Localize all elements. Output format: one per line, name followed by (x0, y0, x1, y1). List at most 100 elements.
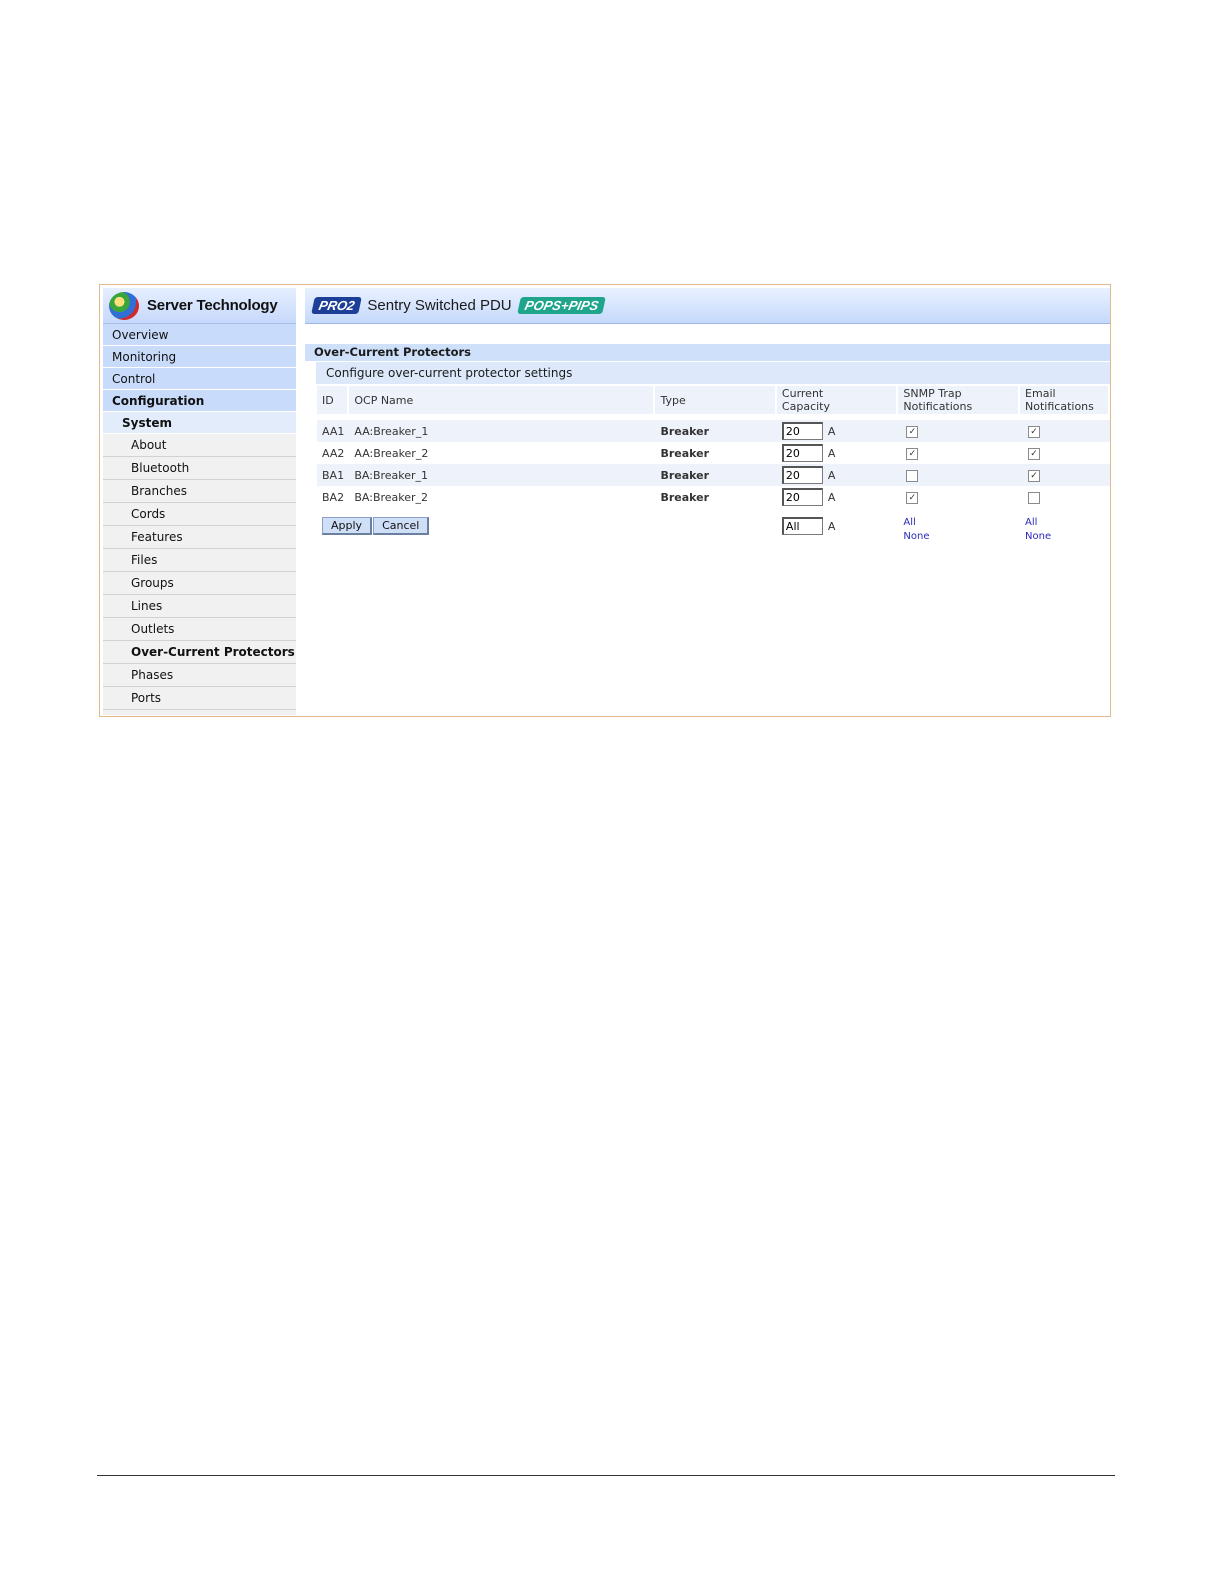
capacity-unit: A (827, 425, 836, 438)
row-name: BA:Breaker_1 (349, 464, 656, 486)
col-snmp-line1: SNMP Trap (903, 387, 962, 400)
capacity-input[interactable] (781, 488, 823, 506)
row-snmp-cell: ✓ (898, 420, 1021, 442)
all-capacity-input[interactable] (781, 517, 823, 535)
table-row: BA1 BA:Breaker_1 Breaker A ✓ (317, 464, 1110, 486)
col-snmp-trap: SNMP Trap Notifications (898, 386, 1021, 414)
capacity-input[interactable] (781, 422, 823, 440)
col-current-capacity: Current Capacity (776, 386, 899, 414)
sidebar: Server Technology Overview Monitoring Co… (103, 288, 296, 715)
all-capacity-cell: A (777, 514, 898, 551)
row-type: Breaker (655, 464, 777, 486)
product-header: PRO2 Sentry Switched PDU POPS+PIPS (305, 288, 1110, 324)
row-capacity-cell: A (776, 420, 899, 442)
email-select-none-link[interactable]: None (1025, 530, 1105, 544)
nav-outlets[interactable]: Outlets (103, 618, 296, 641)
row-type: Breaker (660, 446, 710, 460)
row-snmp-cell: ✓ (898, 442, 1020, 464)
col-ocp-name: OCP Name (349, 386, 656, 414)
row-email-cell (1020, 486, 1110, 508)
nav-cords[interactable]: Cords (103, 503, 296, 526)
col-capacity-line2: Capacity (781, 400, 830, 413)
action-buttons: Apply Cancel (317, 514, 777, 551)
nav-control[interactable]: Control (103, 368, 296, 390)
product-title: Sentry Switched PDU (367, 297, 512, 314)
table-row: AA2 AA:Breaker_2 Breaker A ✓ ✓ (317, 442, 1110, 464)
capacity-input[interactable] (781, 466, 823, 484)
capacity-unit: A (827, 469, 836, 482)
row-id: AA2 (322, 446, 345, 460)
row-email-cell: ✓ (1020, 420, 1110, 442)
row-capacity-cell: A (776, 464, 899, 486)
col-id: ID (317, 386, 350, 414)
snmp-select-none-link[interactable]: None (903, 530, 1015, 544)
table-row: BA2 BA:Breaker_2 Breaker A ✓ (317, 486, 1110, 508)
nav-groups[interactable]: Groups (103, 572, 296, 595)
col-email-line1: Email (1025, 387, 1056, 400)
row-name: BA:Breaker_2 (354, 490, 429, 504)
snmp-checkbox[interactable]: ✓ (906, 447, 919, 460)
nav-features[interactable]: Features (103, 526, 296, 549)
nav-lines[interactable]: Lines (103, 595, 296, 618)
col-email-line2: Notifications (1025, 400, 1094, 413)
nav-bluetooth[interactable]: Bluetooth (103, 457, 296, 480)
table-header-row: ID OCP Name Type Current Capacity SNMP Tr… (317, 386, 1110, 414)
capacity-input[interactable] (781, 444, 823, 462)
section-subtitle: Configure over-current protector setting… (316, 362, 1110, 384)
brand-name: Server Technology (147, 297, 278, 314)
ocp-table: ID OCP Name Type Current Capacity SNMP Tr… (317, 386, 1110, 551)
apply-button[interactable]: Apply (322, 517, 373, 535)
main-panel: PRO2 Sentry Switched PDU POPS+PIPS Over-… (305, 288, 1110, 715)
email-checkbox[interactable] (1028, 491, 1041, 504)
email-checkbox[interactable]: ✓ (1028, 447, 1041, 460)
row-capacity-cell: A (777, 486, 898, 508)
row-name: AA:Breaker_1 (349, 420, 656, 442)
page-footer-rule (97, 1475, 1115, 1476)
row-type: Breaker (660, 490, 710, 504)
nav-branches[interactable]: Branches (103, 480, 296, 503)
nav-phases[interactable]: Phases (103, 664, 296, 687)
nav-about[interactable]: About (103, 434, 296, 457)
email-checkbox[interactable]: ✓ (1028, 469, 1041, 482)
nav-ports[interactable]: Ports (103, 687, 296, 710)
col-type: Type (655, 386, 777, 414)
col-email: Email Notifications (1020, 386, 1110, 414)
snmp-checkbox[interactable]: ✓ (906, 491, 919, 504)
row-id: BA2 (322, 490, 345, 504)
row-snmp-cell (898, 464, 1021, 486)
app-window: Server Technology Overview Monitoring Co… (99, 284, 1111, 717)
nav-over-current-protectors[interactable]: Over-Current Protectors (103, 641, 296, 664)
section-title: Over-Current Protectors (305, 344, 1110, 361)
email-select-all-link[interactable]: All (1025, 516, 1105, 530)
nav-overview[interactable]: Overview (103, 324, 296, 346)
nav-configuration[interactable]: Configuration (103, 390, 296, 412)
nav-monitoring[interactable]: Monitoring (103, 346, 296, 368)
email-checkbox[interactable]: ✓ (1028, 425, 1041, 438)
col-snmp-line2: Notifications (903, 400, 973, 413)
cancel-button[interactable]: Cancel (373, 517, 430, 535)
row-id: BA1 (317, 464, 350, 486)
snmp-select-all-link[interactable]: All (903, 516, 1015, 530)
nav-system[interactable]: System (103, 412, 296, 434)
row-snmp-cell: ✓ (898, 486, 1020, 508)
pro2-badge: PRO2 (311, 297, 363, 314)
globe-logo-icon (109, 291, 139, 320)
row-name: AA:Breaker_2 (354, 446, 429, 460)
email-select-links: All None (1020, 514, 1110, 551)
row-email-cell: ✓ (1020, 442, 1110, 464)
snmp-checkbox[interactable] (906, 469, 919, 482)
row-id: AA1 (317, 420, 350, 442)
col-capacity-line1: Current (781, 387, 824, 400)
table-footer-row: ApplyCancel A All None All None (317, 514, 1110, 551)
snmp-checkbox[interactable]: ✓ (906, 425, 919, 438)
brand-header: Server Technology (103, 288, 296, 324)
capacity-unit: A (827, 491, 836, 504)
capacity-unit: A (827, 447, 836, 460)
snmp-select-links: All None (898, 514, 1020, 551)
row-type: Breaker (655, 420, 777, 442)
all-capacity-unit: A (827, 520, 836, 533)
table-row: AA1 AA:Breaker_1 Breaker A ✓ ✓ (317, 420, 1110, 442)
pops-pips-badge: POPS+PIPS (516, 297, 606, 314)
row-capacity-cell: A (777, 442, 898, 464)
nav-files[interactable]: Files (103, 549, 296, 572)
